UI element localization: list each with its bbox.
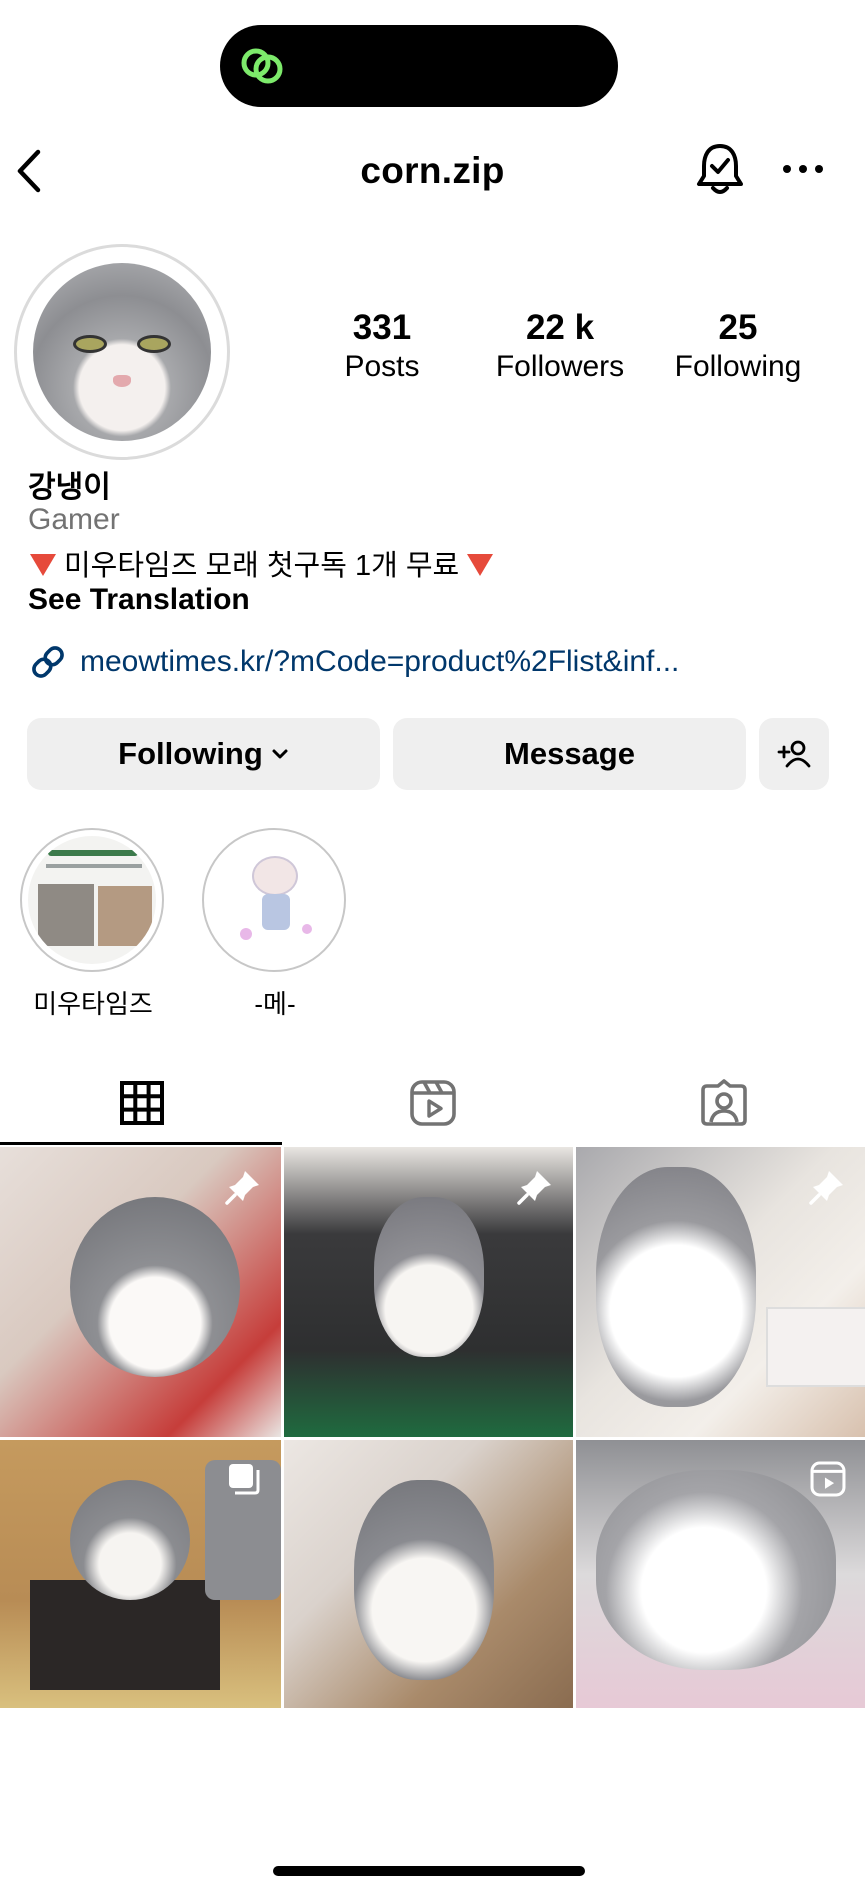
stat-label: Followers — [495, 350, 625, 383]
bio-text: 미우타임즈 모래 첫구독 1개 무료 — [64, 550, 460, 582]
more-options-button[interactable] — [780, 154, 826, 184]
suggest-people-button[interactable] — [759, 718, 829, 790]
pin-icon — [517, 1171, 551, 1205]
avatar-nose — [113, 375, 131, 387]
profile-tabs — [0, 1060, 865, 1146]
chain-logo-icon — [241, 48, 283, 84]
avatar-photo — [33, 263, 211, 441]
link-icon — [32, 646, 64, 678]
notification-bell-icon — [697, 144, 743, 194]
post-thumbnail[interactable] — [284, 1440, 573, 1708]
highlight-me[interactable]: -메- — [202, 828, 348, 1021]
posts-count[interactable]: 331 Posts — [292, 308, 472, 384]
carousel-icon — [229, 1464, 260, 1495]
following-button[interactable]: Following — [27, 718, 380, 790]
highlight-cover — [202, 828, 346, 972]
post-thumbnail[interactable] — [576, 1440, 865, 1708]
profile-avatar[interactable] — [14, 244, 230, 460]
dynamic-island — [220, 25, 618, 107]
avatar-eye — [73, 335, 107, 353]
display-name: 강냉이 — [28, 471, 111, 504]
tab-posts-grid[interactable] — [0, 1060, 283, 1146]
reels-icon — [810, 1461, 846, 1497]
tab-tagged[interactable] — [582, 1060, 865, 1146]
profile-website-link[interactable]: meowtimes.kr/?mCode=product%2Flist&inf..… — [28, 642, 679, 682]
highlight-meowtimes[interactable]: 미우타임즈 — [20, 828, 166, 1021]
message-button[interactable]: Message — [393, 718, 746, 790]
post-thumbnail[interactable] — [576, 1147, 865, 1437]
stat-value: 22 k — [525, 308, 595, 347]
reels-icon — [409, 1080, 456, 1126]
see-translation-link[interactable]: See Translation — [28, 583, 250, 617]
highlight-image — [28, 836, 156, 964]
tagged-icon — [700, 1079, 747, 1126]
chevron-down-icon — [272, 749, 288, 759]
grid-icon — [119, 1081, 164, 1125]
profile-category: Gamer — [28, 503, 120, 536]
stat-label: Posts — [344, 350, 420, 383]
pin-icon — [225, 1171, 259, 1205]
red-triangle-icon — [30, 554, 56, 576]
avatar-eye — [137, 335, 171, 353]
website-url: meowtimes.kr/?mCode=product%2Flist&inf..… — [80, 645, 680, 678]
more-horizontal-icon — [783, 165, 823, 173]
pin-icon — [809, 1171, 843, 1205]
highlight-cover — [20, 828, 164, 972]
highlight-label: -메- — [254, 989, 296, 1019]
following-count[interactable]: 25 Following — [648, 308, 828, 384]
post-thumbnail[interactable] — [0, 1440, 281, 1708]
profile-bio: 미우타임즈 모래 첫구독 1개 무료 — [30, 542, 494, 584]
home-indicator[interactable] — [273, 1866, 585, 1876]
following-label: Following — [118, 736, 263, 771]
tab-reels[interactable] — [291, 1060, 574, 1146]
stat-value: 331 — [352, 308, 412, 347]
followers-count[interactable]: 22 k Followers — [470, 308, 650, 384]
stat-label: Following — [674, 350, 802, 383]
notifications-button[interactable] — [694, 140, 746, 198]
active-tab-indicator — [0, 1142, 282, 1145]
add-person-icon — [777, 740, 811, 768]
highlight-label: 미우타임즈 — [33, 989, 153, 1019]
red-triangle-icon — [467, 554, 494, 576]
post-thumbnail[interactable] — [284, 1147, 573, 1437]
highlight-image — [210, 836, 338, 964]
post-thumbnail[interactable] — [0, 1147, 281, 1437]
stat-value: 25 — [718, 308, 758, 347]
message-label: Message — [504, 736, 635, 771]
top-navigation-bar: corn.zip — [0, 130, 865, 210]
